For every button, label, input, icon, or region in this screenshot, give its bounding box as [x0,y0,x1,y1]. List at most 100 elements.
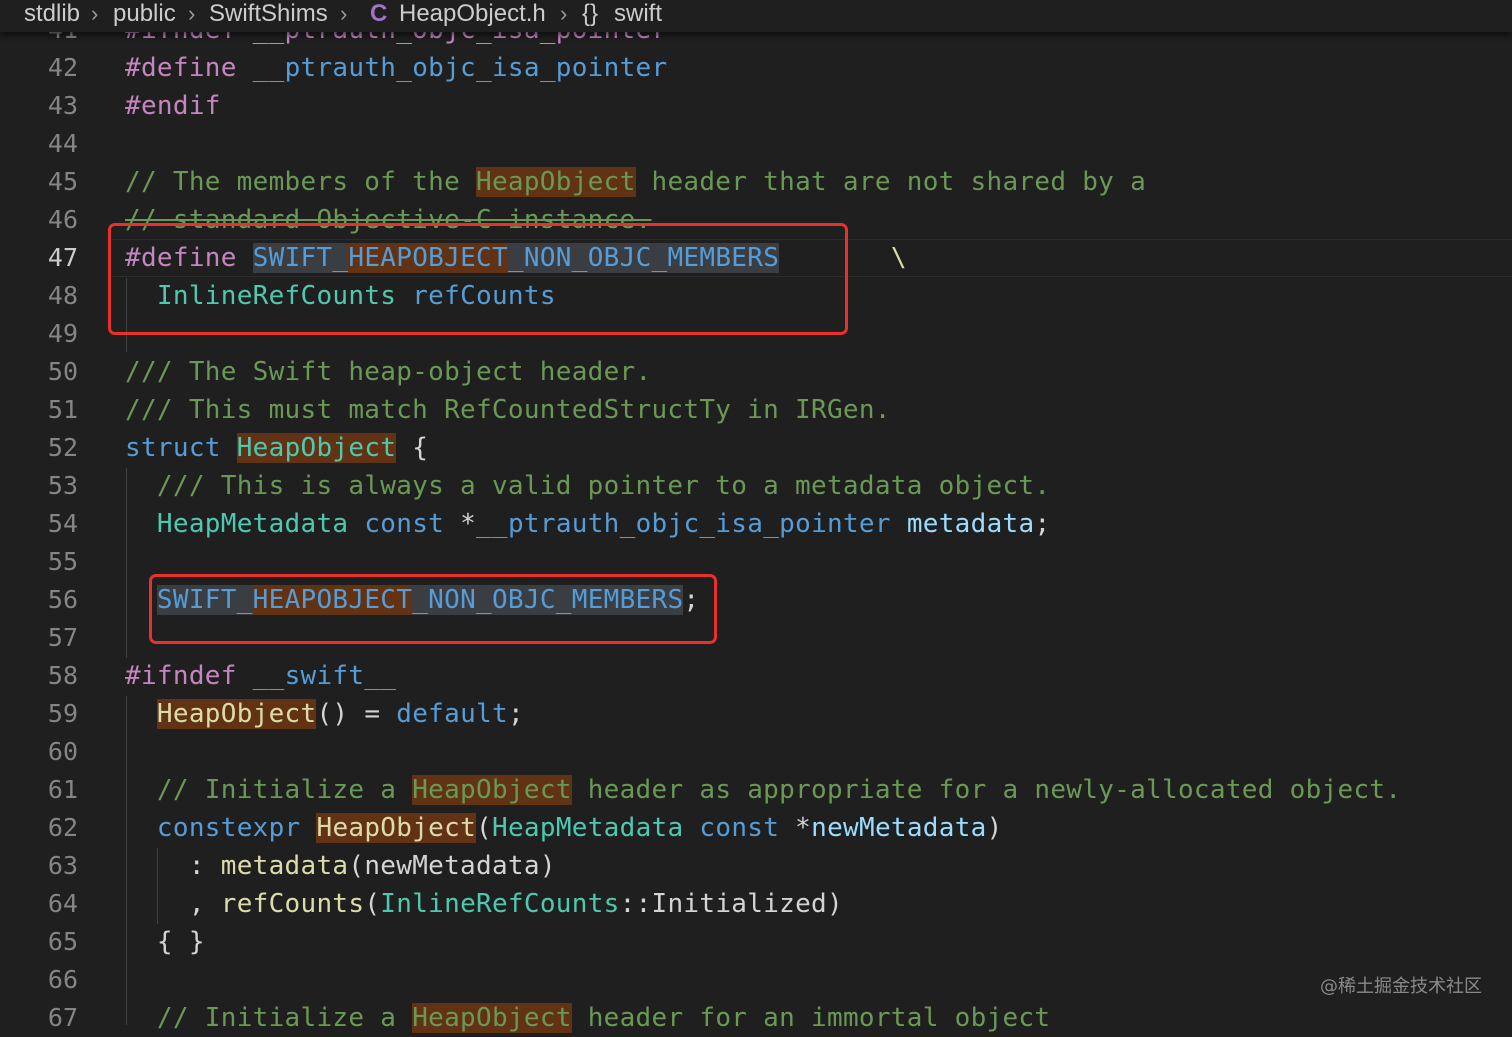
code-token: _NON_OBJC_MEMBERS [507,243,780,273]
code-line[interactable]: 52 struct HeapObject { [0,429,1512,467]
line-number: 65 [47,927,78,956]
line-number: 63 [47,851,78,880]
code-line[interactable]: 49 [0,315,1512,353]
line-number: 59 [47,699,78,728]
line-number: 50 [47,357,78,386]
code-token: // standard Objective-C instance. [125,205,652,235]
code-token: HeapObject [475,167,636,197]
code-token: _NON_OBJC_MEMBERS [412,585,684,615]
line-number: 48 [47,281,78,310]
code-token: refCounts [220,889,365,919]
code-line[interactable]: 53 /// This is always a valid pointer to… [0,467,1512,505]
code-token: /// This must match RefCountedStructTy i… [125,395,891,425]
code-token: __ptrauth_objc_isa_pointer [252,53,668,83]
line-number: 52 [47,433,78,462]
code-token: HeapObject [412,775,572,805]
code-token: ( [364,889,381,919]
line-number: 42 [47,53,78,82]
code-token: newMetadata [811,813,987,843]
code-line[interactable]: 48 InlineRefCounts refCounts [0,277,1512,315]
line-number: 56 [47,585,78,614]
breadcrumb-item-swiftshims[interactable]: SwiftShims [209,0,328,30]
code-token: #define [125,243,237,273]
line-number: 47 [47,243,78,272]
code-line[interactable]: 67 // Initialize a HeapObject header for… [0,999,1512,1037]
code-line[interactable]: 50 /// The Swift heap-object header. [0,353,1512,391]
code-token: constexpr [156,813,301,843]
code-line[interactable]: 56 SWIFT_HEAPOBJECT_NON_OBJC_MEMBERS; [0,581,1512,619]
line-number: 51 [47,395,78,424]
code-token: const [364,509,445,539]
code-line[interactable]: 63 : metadata(newMetadata) [0,847,1512,885]
code-token: () = [316,699,397,729]
code-line[interactable]: 55 [0,543,1512,581]
code-token: /// This is always a valid pointer to a … [156,471,1051,501]
code-line[interactable]: 43 #endif [0,87,1512,125]
code-line[interactable]: 51 /// This must match RefCountedStructT… [0,391,1512,429]
line-number: 64 [47,889,78,918]
line-number: 57 [47,623,78,652]
code-line[interactable]: 58 #ifndef __swift__ [0,657,1512,695]
code-line[interactable]: 45 // The members of the HeapObject head… [0,163,1512,201]
code-token: /// The Swift heap-object header. [125,357,652,387]
code-token: // The members of the [125,167,476,197]
code-token: header as appropriate for a newly-alloca… [571,775,1402,805]
breadcrumb-item-stdlib[interactable]: stdlib [24,0,80,30]
code-line[interactable]: 46 // standard Objective-C instance. [0,201,1512,239]
code-token: InlineRefCounts [156,281,397,311]
line-number: 45 [47,167,78,196]
code-token: HEAPOBJECT [348,243,508,273]
watermark: @稀土掘金技术社区 [1320,976,1482,997]
code-line[interactable]: 59 HeapObject() = default; [0,695,1512,733]
code-line[interactable]: 62 constexpr HeapObject(HeapMetadata con… [0,809,1512,847]
breadcrumb-item-file[interactable]: HeapObject.h [399,0,546,30]
line-number: 43 [47,91,78,120]
line-number: 46 [47,205,78,234]
code-line-current[interactable]: 47 #define SWIFT_HEAPOBJECT_NON_OBJC_MEM… [0,239,1512,277]
line-number: 54 [47,509,78,538]
breadcrumb-item-public[interactable]: public [113,0,176,30]
line-number: 60 [47,737,78,766]
code-line[interactable]: 61 // Initialize a HeapObject header as … [0,771,1512,809]
code-line[interactable]: 44 [0,125,1512,163]
code-line[interactable]: 65 { } [0,923,1512,961]
chevron-right-icon: › [188,1,196,26]
code-token: header that are not shared by a [635,167,1147,197]
line-number: 61 [47,775,78,804]
breadcrumb-item-symbol[interactable]: swift [614,0,662,30]
code-token: InlineRefCounts [380,889,620,919]
code-line[interactable]: 60 [0,733,1512,771]
code-line[interactable]: 66 [0,961,1512,999]
code-token: HeapObject [316,813,477,843]
code-token: #endif [125,91,221,121]
code-editor[interactable]: 41 #ifndef __ptrauth_objc_isa_pointer 42… [0,0,1512,1033]
code-token: header for an immortal object [571,1003,1051,1033]
code-token: metadata [906,509,1035,539]
code-line[interactable]: 64 , refCounts(InlineRefCounts::Initiali… [0,885,1512,923]
code-token: HEAPOBJECT [252,585,413,615]
code-token: const [699,813,780,843]
code-line[interactable]: 42 #define __ptrauth_objc_isa_pointer [0,49,1512,87]
code-token: #define [125,53,237,83]
line-number: 44 [47,129,78,158]
code-token: ; [1034,509,1051,539]
code-token: \ [779,243,907,273]
code-line[interactable]: 57 [0,619,1512,657]
line-number: 67 [47,1003,78,1032]
code-token: ( [476,813,492,843]
code-token: default [396,699,508,729]
chevron-right-icon: › [340,1,348,26]
code-line[interactable]: 54 HeapMetadata const *__ptrauth_objc_is… [0,505,1512,543]
